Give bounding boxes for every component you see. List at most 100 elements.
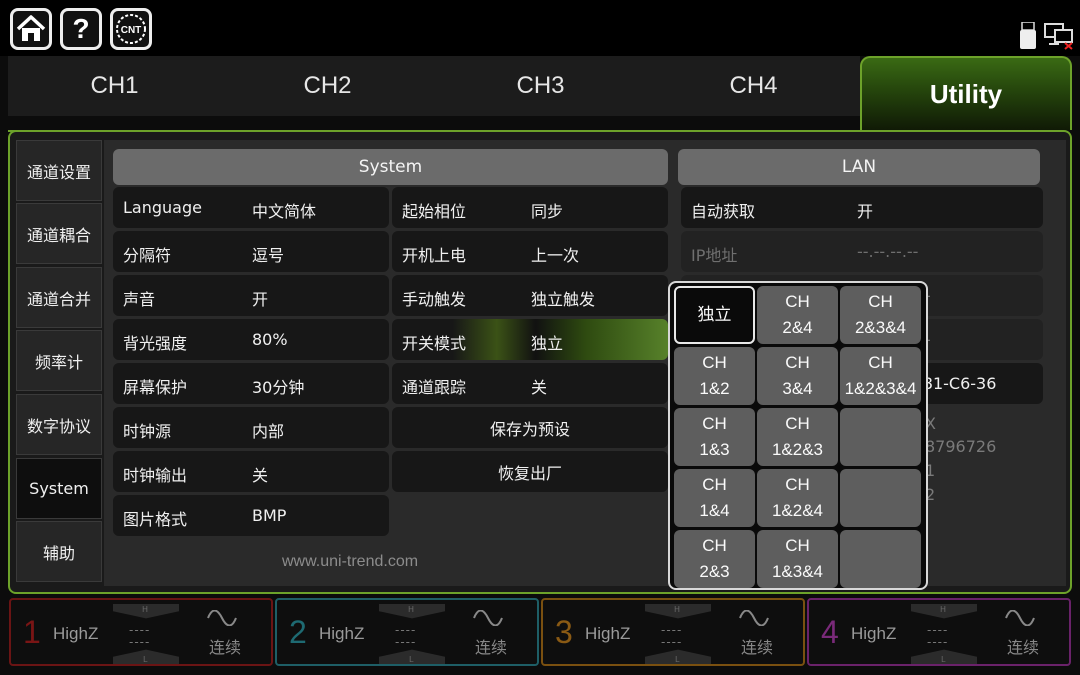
start-phase-setting[interactable]: 起始相位 同步 — [392, 187, 668, 228]
high-label: H — [674, 605, 681, 614]
website-url: www.uni-trend.com — [282, 553, 419, 570]
option-ch-3-4[interactable]: CH 3&4 — [757, 347, 838, 405]
low-value: ---- — [129, 635, 151, 649]
channel-4-status[interactable]: 4 HighZ H ---- ---- L 连续 — [807, 598, 1071, 666]
option-label: 2&4 — [782, 318, 813, 337]
setting-label: 图片格式 — [123, 510, 188, 529]
mode-label: 连续 — [741, 638, 774, 657]
sidebar-item-digital-protocol[interactable]: 数字协议 — [16, 394, 102, 455]
network-disconnected-icon — [1044, 23, 1073, 50]
sidebar-item-counter[interactable]: 频率计 — [16, 330, 102, 391]
help-button[interactable]: ? — [60, 8, 102, 50]
sine-wave-icon — [1005, 610, 1035, 626]
sine-wave-icon — [473, 610, 503, 626]
option-ch-1-3[interactable]: CH 1&3 — [674, 408, 755, 466]
setting-value: 开 — [252, 290, 269, 309]
low-label: L — [941, 655, 946, 664]
setting-label: 手动触发 — [402, 290, 467, 309]
setting-label: IP地址 — [691, 246, 738, 265]
cnt-button[interactable]: CNT — [110, 8, 152, 50]
sidebar-item-auxiliary[interactable]: 辅助 — [16, 521, 102, 582]
channel-2-status[interactable]: 2 HighZ H ---- ---- L 连续 — [275, 598, 539, 666]
setting-value: --.--.--.-- — [857, 242, 919, 261]
option-label: CH — [702, 536, 727, 555]
option-empty — [840, 408, 921, 466]
channel-tracking-setting[interactable]: 通道跟踪 关 — [392, 363, 668, 404]
option-label: 1&2&3 — [771, 440, 824, 459]
option-independent[interactable]: 独立 — [674, 286, 755, 344]
option-ch-1-2-3-4[interactable]: CH 1&2&3&4 — [840, 347, 921, 405]
option-ch-2-4[interactable]: CH 2&4 — [757, 286, 838, 344]
manual-trigger-setting[interactable]: 手动触发 独立触发 — [392, 275, 668, 316]
impedance-label: HighZ — [319, 624, 365, 643]
sidebar-item-system[interactable]: System — [16, 458, 102, 519]
tab-ch2[interactable]: CH2 — [221, 56, 434, 116]
option-empty — [840, 469, 921, 527]
setting-label: 起始相位 — [402, 202, 467, 221]
sine-wave-icon — [207, 610, 237, 626]
help-icon: ? — [72, 13, 90, 44]
sidebar-item-channel-merge[interactable]: 通道合并 — [16, 267, 102, 328]
option-ch-1-3-4[interactable]: CH 1&3&4 — [757, 530, 838, 588]
sound-setting[interactable]: 声音 开 — [113, 275, 389, 316]
image-format-setting[interactable]: 图片格式 BMP — [113, 495, 389, 536]
separator-setting[interactable]: 分隔符 逗号 — [113, 231, 389, 272]
tab-ch3[interactable]: CH3 — [434, 56, 647, 116]
option-label: 2&3 — [699, 562, 730, 581]
lan-auto-setting[interactable]: 自动获取 开 — [681, 187, 1043, 228]
setting-value: 中文简体 — [252, 202, 317, 221]
option-empty — [840, 530, 921, 588]
option-label: CH — [702, 475, 727, 494]
option-label: 1&2&4 — [771, 501, 824, 520]
setting-value: 开 — [857, 202, 874, 221]
high-label: H — [142, 605, 149, 614]
system-header: System — [113, 149, 668, 185]
setting-label: 时钟源 — [123, 422, 172, 441]
sidebar-item-channel-settings[interactable]: 通道设置 — [16, 140, 102, 201]
setting-label: 屏幕保护 — [123, 378, 188, 397]
tab-ch1[interactable]: CH1 — [8, 56, 221, 116]
sidebar-item-channel-coupling[interactable]: 通道耦合 — [16, 203, 102, 264]
option-ch-2-3-4[interactable]: CH 2&3&4 — [840, 286, 921, 344]
channel-tabs: CH1 CH2 CH3 CH4 Utility — [8, 56, 1072, 130]
tab-ch4[interactable]: CH4 — [647, 56, 860, 116]
impedance-label: HighZ — [53, 624, 99, 643]
mode-label: 连续 — [1007, 638, 1040, 657]
clock-output-setting[interactable]: 时钟输出 关 — [113, 451, 389, 492]
setting-label: 声音 — [123, 290, 156, 309]
power-on-setting[interactable]: 开机上电 上一次 — [392, 231, 668, 272]
setting-label: Language — [123, 198, 202, 217]
option-label: CH — [785, 353, 810, 372]
save-preset-button[interactable]: 保存为预设 — [392, 407, 668, 448]
channel-3-status[interactable]: 3 HighZ H ---- ---- L 连续 — [541, 598, 805, 666]
tab-utility[interactable]: Utility — [860, 56, 1072, 130]
setting-value: 30分钟 — [252, 378, 305, 397]
home-button[interactable] — [10, 8, 52, 50]
setting-label: 通道跟踪 — [402, 378, 467, 397]
option-label: 独立 — [697, 305, 732, 324]
mode-label: 连续 — [209, 638, 242, 657]
low-label: L — [409, 655, 414, 664]
restore-factory-button[interactable]: 恢复出厂 — [392, 451, 668, 492]
clock-source-setting[interactable]: 时钟源 内部 — [113, 407, 389, 448]
backlight-setting[interactable]: 背光强度 80% — [113, 319, 389, 360]
option-ch-1-2-4[interactable]: CH 1&2&4 — [757, 469, 838, 527]
language-setting[interactable]: Language 中文简体 — [113, 187, 389, 228]
option-ch-1-4[interactable]: CH 1&4 — [674, 469, 755, 527]
level-indicator: H ---- ---- L — [113, 604, 179, 664]
option-label: 1&2 — [699, 379, 730, 398]
option-ch-2-3[interactable]: CH 2&3 — [674, 530, 755, 588]
option-ch-1-2[interactable]: CH 1&2 — [674, 347, 755, 405]
level-indicator: H ---- ---- L — [379, 604, 445, 664]
switch-mode-setting[interactable]: 开关模式 独立 — [392, 319, 668, 360]
low-value: ---- — [661, 635, 683, 649]
channel-1-status[interactable]: 1 HighZ H ---- ---- L 连续 — [9, 598, 273, 666]
setting-value: 逗号 — [252, 246, 285, 265]
top-bar: ? CNT — [0, 0, 1080, 56]
impedance-label: HighZ — [585, 624, 631, 643]
option-label: 1&3&4 — [771, 562, 824, 581]
option-ch-1-2-3[interactable]: CH 1&2&3 — [757, 408, 838, 466]
screensaver-setting[interactable]: 屏幕保护 30分钟 — [113, 363, 389, 404]
setting-label: 开关模式 — [402, 334, 467, 353]
option-label: CH — [702, 414, 727, 433]
